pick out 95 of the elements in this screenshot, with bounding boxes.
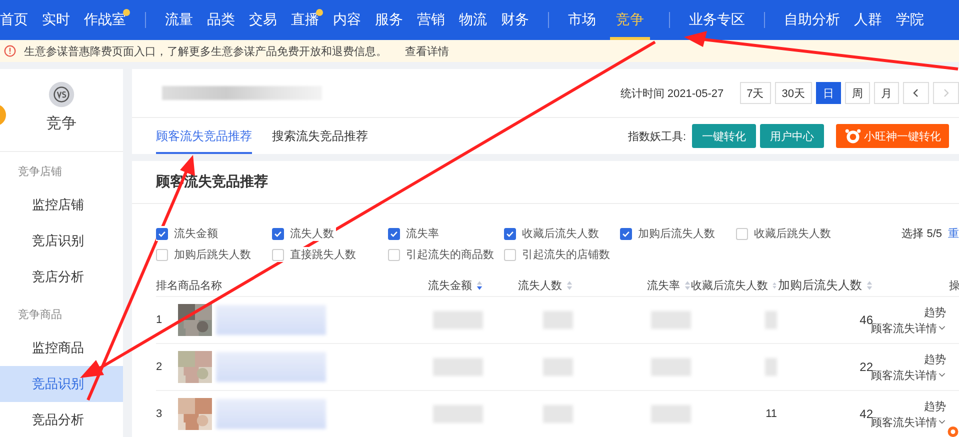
check-icon [505, 228, 515, 238]
previous-button[interactable] [903, 82, 929, 104]
trend-link[interactable]: 趋势 [924, 398, 946, 414]
nav-tab[interactable]: 交易 [249, 0, 277, 40]
sidebar-item[interactable]: 监控店铺 [0, 187, 123, 223]
blurred-value [433, 358, 483, 376]
chevron-left-icon [911, 88, 921, 98]
nav-tab[interactable]: 业务专区 [689, 0, 745, 40]
blurred-value [543, 311, 573, 329]
blurred-value [651, 311, 691, 329]
table-cell-text: 42 [858, 407, 873, 421]
blurred-value [765, 358, 777, 376]
rank-cell-text: 3 [156, 408, 164, 420]
caret-icon [938, 371, 946, 379]
metric-checkbox[interactable]: 收藏后跳失人数 [736, 226, 833, 241]
chevron-right-icon [941, 88, 951, 98]
stat-time: 统计时间 2021-05-27 [620, 86, 724, 100]
tab[interactable]: 顾客流失竞品推荐 [156, 118, 252, 154]
nav-tab[interactable]: 人群 [854, 0, 882, 40]
nav-tab[interactable]: 实时 [42, 0, 70, 40]
blurred-value [651, 405, 691, 423]
sidebar-group-heading: 竞争店铺 [17, 164, 63, 180]
sidebar-item[interactable]: 竞店识别 [0, 223, 123, 259]
mascot-icon[interactable] [947, 425, 959, 437]
nav-tab[interactable]: 自助分析 [784, 0, 840, 40]
rank-cell-text: 2 [156, 361, 164, 373]
blurred-value [765, 311, 777, 329]
selection-count: 选择 5/5 [902, 227, 942, 241]
details-link[interactable]: 查看详情 [405, 44, 449, 58]
table-cell: 11 [766, 408, 777, 420]
period-button[interactable]: 30天 [774, 82, 812, 104]
metric-checkbox[interactable]: 流失人数 [272, 226, 336, 241]
period-button[interactable]: 日 [816, 82, 841, 104]
nav-tab[interactable]: 流量 [165, 0, 193, 40]
nav-tab[interactable]: 服务 [375, 0, 403, 40]
details-dropdown[interactable]: 顾客流失详情 [871, 414, 946, 430]
column-header[interactable]: 流失率 [647, 278, 680, 292]
tools-label: 指数妖工具: [628, 130, 686, 144]
check-icon [621, 228, 631, 238]
nav-tab[interactable]: 营销 [417, 0, 445, 40]
sort-icon[interactable] [476, 280, 483, 290]
nav-tab[interactable]: 内容 [333, 0, 361, 40]
metric-checkbox[interactable]: 引起流失的店铺数 [504, 247, 612, 262]
sidebar-item[interactable]: 竞品识别 [0, 366, 123, 402]
mascot-icon [844, 127, 862, 145]
table-cell-text: 22 [858, 360, 873, 374]
metric-checkbox[interactable]: 引起流失的商品数 [388, 247, 496, 262]
details-dropdown[interactable]: 顾客流失详情 [871, 320, 946, 336]
nav-tab[interactable]: 品类 [207, 0, 235, 40]
column-header: 排名 [156, 278, 178, 292]
column-header[interactable]: 流失金额 [428, 278, 472, 292]
check-icon [389, 228, 399, 238]
column-header[interactable]: 流失人数 [518, 278, 562, 292]
check-icon [273, 228, 283, 238]
metric-checkbox[interactable]: 流失率 [388, 226, 441, 241]
nav-tab[interactable]: 学院 [896, 0, 924, 40]
trend-link[interactable]: 趋势 [924, 352, 946, 366]
nav-tab[interactable]: 市场 [568, 0, 596, 40]
check-icon [157, 228, 167, 238]
tab[interactable]: 搜索流失竞品推荐 [272, 118, 388, 154]
period-button[interactable]: 周 [845, 82, 870, 104]
nav-tab[interactable]: 财务 [501, 0, 529, 40]
trend-link[interactable]: 趋势 [924, 304, 946, 320]
sidebar-item[interactable]: 监控商品 [0, 330, 123, 366]
reset-link[interactable]: 重 [948, 226, 959, 241]
sidebar-title: 竞争 [46, 114, 76, 133]
nav-tab[interactable]: 竞争 [610, 0, 650, 40]
blurred-value [433, 405, 483, 423]
vs-icon [48, 81, 75, 108]
details-dropdown[interactable]: 顾客流失详情 [871, 368, 946, 382]
warning-icon [4, 45, 16, 57]
period-button[interactable]: 月 [874, 82, 899, 104]
column-header: 商品名称 [178, 278, 222, 292]
column-header[interactable]: 加购后流失人数 [778, 276, 862, 294]
rank-cell-text: 1 [156, 314, 164, 326]
blurred-value [433, 311, 483, 329]
sidebar-group-heading: 竞争商品 [17, 308, 63, 323]
table-cell-text: 46 [858, 313, 873, 327]
column-header[interactable]: 收藏后流失人数 [691, 278, 768, 292]
notice-text: 生意参谋普惠降费页面入口，了解更多生意参谋产品免费开放和退费信息。 [24, 44, 387, 58]
sidebar-item[interactable]: 竞店分析 [0, 259, 123, 295]
blurred-value [543, 358, 573, 376]
metric-checkbox[interactable]: 流失金额 [156, 226, 220, 241]
period-button[interactable]: 7天 [740, 82, 771, 104]
blurred-value [543, 405, 573, 423]
blurred-value [651, 358, 691, 376]
metric-checkbox[interactable]: 收藏后流失人数 [504, 226, 601, 241]
sidebar-item[interactable]: 竞品分析 [0, 402, 123, 437]
caret-icon [938, 324, 946, 332]
nav-tab[interactable]: 首页 [0, 0, 28, 40]
nav-tab[interactable]: 物流 [459, 0, 487, 40]
caret-icon [938, 418, 946, 426]
metric-checkbox[interactable]: 加购后跳失人数 [156, 247, 253, 262]
metric-checkbox[interactable]: 直接跳失人数 [272, 247, 358, 262]
metric-checkbox[interactable]: 加购后流失人数 [620, 226, 717, 241]
